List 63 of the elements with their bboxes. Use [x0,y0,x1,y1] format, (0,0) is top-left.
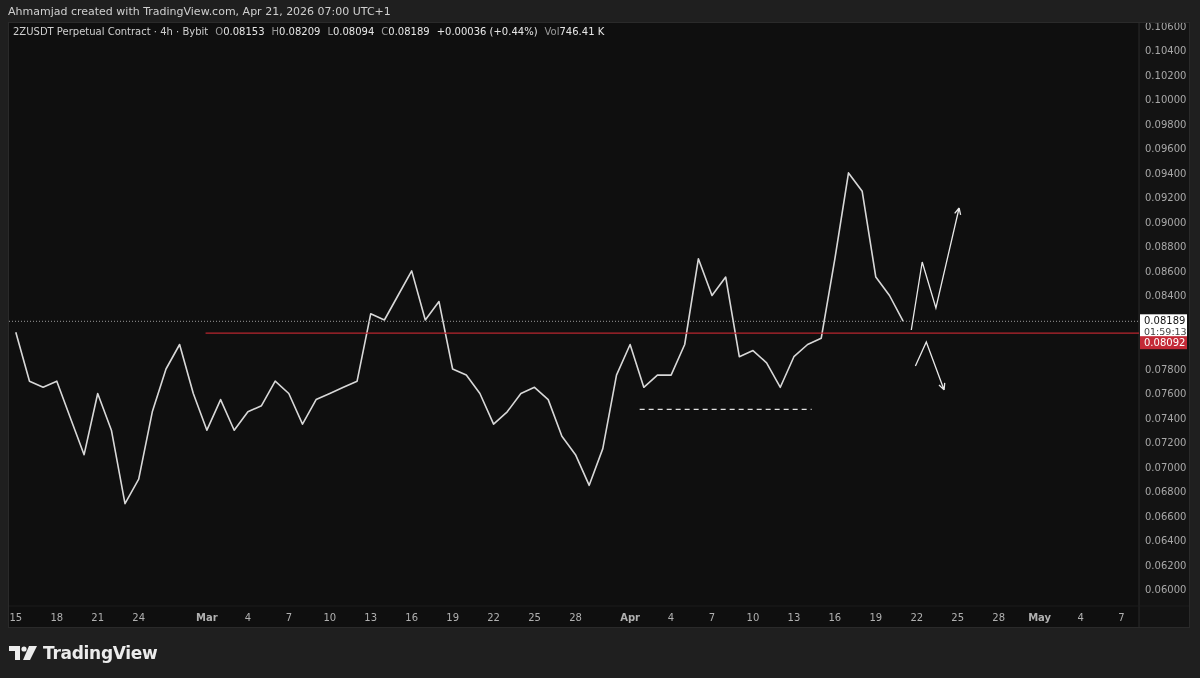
symbol-title: 2ZUSDT Perpetual Contract · 4h · Bybit [13,26,209,37]
price-axis-label: 0.10200 [1145,69,1187,81]
price-axis-label: 0.10000 [1145,94,1187,106]
date-axis-label: 10 [746,612,760,623]
date-axis-label: 16 [828,612,842,623]
date-axis-label: 15 [9,612,23,623]
price-axis-label: 0.09600 [1145,143,1187,155]
date-axis-label: May [1028,612,1052,623]
date-axis-label: 19 [869,612,883,623]
projection-arrow [914,340,946,391]
price-axis-label: 0.07400 [1145,412,1187,424]
brand-name: TradingView [43,643,158,663]
price-axis-label: 0.06400 [1145,535,1187,547]
date-axis-label: Mar [196,612,218,623]
date-axis-label: 4 [667,612,675,623]
date-axis-label: 7 [708,612,716,623]
volume-value: Vol746.41 K [544,26,605,37]
date-axis-label: 16 [405,612,419,623]
date-axis-label: Apr [620,612,641,623]
date-axis-label: 19 [446,612,459,623]
price-axis-label: 0.08800 [1145,241,1187,253]
date-axis-label: 22 [487,612,500,623]
ohlc-value: H0.08209 [271,26,321,37]
date-axis-label: 4 [1077,612,1084,623]
date-axis-label: 24 [132,612,146,623]
countdown-timer: 01:59:13 [1144,326,1187,338]
price-axis-label: 0.09800 [1145,118,1187,130]
date-axis-label: 28 [569,612,582,623]
ohlc-value: L0.08094 [327,26,375,37]
chart-caption: Ahmamjad created with TradingView.com, Apr 21, 2026 07:00 UTC+1 [8,4,391,18]
date-axis-label: 13 [364,612,378,623]
price-axis-label: 0.09400 [1145,167,1187,179]
price-axis-label: 0.06800 [1145,486,1187,498]
date-axis-label: 7 [285,612,293,623]
price-axis-label: 0.09200 [1145,192,1187,204]
date-axis-label: 7 [1118,612,1125,623]
date-axis-label: 22 [910,612,924,623]
price-axis-label: 0.06600 [1145,510,1187,522]
price-axis-label: 0.10400 [1145,45,1187,57]
ohlc-value: C0.08189 [381,26,430,37]
date-axis-label: 28 [992,612,1006,623]
date-axis-label: 13 [787,612,801,623]
price-axis-label: 0.06200 [1145,559,1187,571]
date-axis-label: 25 [528,612,541,623]
price-axis-label: 0.07800 [1145,363,1187,375]
price-axis-label: 0.09000 [1145,216,1187,228]
price-axis-label: 0.06000 [1145,584,1187,596]
date-axis-label: 18 [50,612,64,623]
date-axis-label: 25 [951,612,965,623]
price-axis-label: 0.08400 [1145,290,1187,302]
price-axis-label: 0.08600 [1145,265,1187,277]
price-axis-label: 0.07600 [1145,388,1187,400]
current-price: 0.08189 [1144,315,1186,327]
level-price: 0.08092 [1144,337,1186,349]
price-axis-label: 0.07200 [1145,437,1187,449]
logo-icon [9,646,37,660]
price-change: +0.00036 (+0.44%) [436,26,538,37]
date-axis-label: 4 [244,612,252,623]
date-axis-label: 21 [91,612,105,623]
date-axis-label: 10 [323,612,337,623]
ohlc-value: O0.08153 [215,26,265,37]
price-axis-label: 0.07000 [1145,461,1187,473]
price-axis-label: 0.10600 [1145,23,1187,32]
